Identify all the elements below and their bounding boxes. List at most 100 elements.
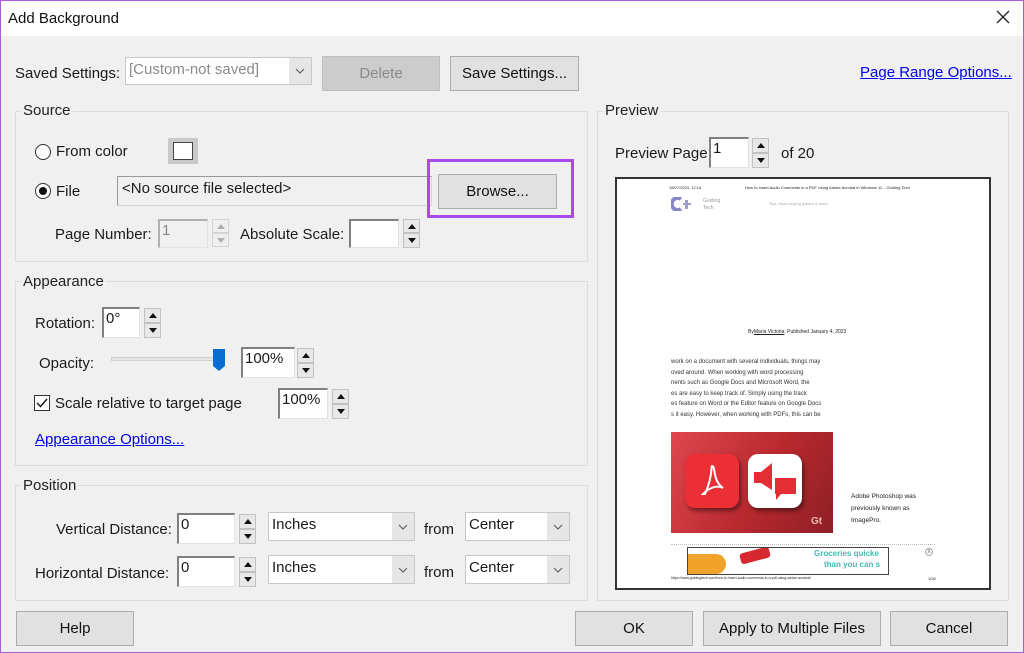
doc-fact-line: previously known as: [851, 505, 910, 512]
preview-page-label: Preview Page: [615, 145, 708, 162]
opacity-slider-track: [111, 357, 225, 361]
vertical-up-arrow-icon[interactable]: [239, 514, 256, 529]
scale-relative-checkbox[interactable]: [34, 395, 50, 411]
vertical-distance-label: Vertical Distance:: [56, 521, 172, 538]
doc-byline-suffix: , Published January 4, 2023: [784, 329, 847, 335]
source-file-field[interactable]: <No source file selected>: [117, 176, 432, 206]
vertical-distance-spinner[interactable]: [239, 514, 256, 544]
doc-divider: [671, 544, 935, 545]
horizontal-units-dropdown[interactable]: Inches: [268, 555, 415, 584]
vertical-units-value: Inches: [272, 516, 317, 533]
scale-field[interactable]: 100%: [278, 388, 328, 419]
doc-logo-text-1: Guiding: [703, 198, 721, 204]
audio-comment-app-icon: [748, 454, 802, 508]
ok-button[interactable]: OK: [575, 611, 693, 646]
vertical-down-arrow-icon[interactable]: [239, 529, 256, 544]
vertical-from-label: from: [424, 521, 454, 538]
save-settings-button[interactable]: Save Settings...: [450, 56, 579, 91]
horizontal-down-arrow-icon[interactable]: [239, 572, 256, 587]
add-background-dialog: Add Background Saved Settings: [Custom-n…: [0, 0, 1024, 653]
rotation-down-arrow-icon[interactable]: [144, 323, 161, 338]
from-color-radio[interactable]: [35, 144, 51, 160]
chevron-down-icon: [392, 513, 414, 540]
page-number-up-arrow-icon[interactable]: [212, 219, 229, 233]
opacity-slider[interactable]: [111, 345, 227, 373]
doc-header-title: How to Insert Audio Comments in a PDF Us…: [745, 185, 910, 190]
chevron-down-icon: [547, 556, 569, 583]
file-label: File: [56, 183, 81, 200]
absolute-scale-field[interactable]: [349, 219, 399, 248]
scale-relative-label: Scale relative to target page: [55, 395, 242, 412]
opacity-field[interactable]: 100%: [241, 347, 295, 378]
preview-total-pages: of 20: [781, 145, 815, 162]
vertical-from-value: Center: [469, 516, 515, 533]
file-radio[interactable]: [35, 183, 51, 199]
rotation-spinner[interactable]: [144, 308, 161, 338]
scale-spinner[interactable]: [332, 389, 349, 419]
page-number-down-arrow-icon[interactable]: [212, 233, 229, 247]
preview-page-field[interactable]: 1: [709, 137, 749, 168]
preview-page-spinner[interactable]: [752, 138, 769, 168]
close-icon[interactable]: [993, 7, 1013, 27]
vertical-units-dropdown[interactable]: Inches: [268, 512, 415, 541]
delete-button[interactable]: Delete: [322, 56, 440, 91]
dialog-title: Add Background: [8, 10, 119, 27]
horizontal-up-arrow-icon[interactable]: [239, 557, 256, 572]
apply-to-multiple-files-button[interactable]: Apply to Multiple Files: [703, 611, 881, 646]
opacity-up-arrow-icon[interactable]: [297, 348, 314, 363]
preview-up-arrow-icon[interactable]: [752, 138, 769, 153]
horizontal-units-value: Inches: [272, 559, 317, 576]
doc-article-image: Gt: [671, 432, 833, 533]
horizontal-distance-spinner[interactable]: [239, 557, 256, 587]
doc-fact-line: Adobe Photoshop was: [851, 493, 917, 500]
page-number-spinner[interactable]: [212, 219, 229, 247]
opacity-down-arrow-icon[interactable]: [297, 363, 314, 378]
opacity-slider-thumb[interactable]: [213, 349, 225, 371]
cancel-button[interactable]: Cancel: [890, 611, 1008, 646]
horizontal-from-value: Center: [469, 559, 515, 576]
doc-logo-text-2: Tech: [703, 205, 714, 211]
doc-header-date: 18/07/2023, 12:14: [669, 185, 702, 190]
browse-button[interactable]: Browse...: [438, 174, 557, 209]
doc-ad-banner: Groceries quicke than you can s: [687, 547, 889, 575]
color-swatch-button[interactable]: [168, 138, 198, 164]
absolute-scale-down-arrow-icon[interactable]: [403, 233, 420, 248]
page-number-field[interactable]: 1: [158, 219, 208, 248]
doc-body-line: oved around. When working with word proc…: [671, 369, 804, 376]
rotation-label: Rotation:: [35, 315, 96, 332]
doc-fact-line: ImagePro.: [851, 517, 881, 524]
vertical-from-dropdown[interactable]: Center: [465, 512, 570, 541]
doc-image-badge: Gt: [811, 516, 823, 527]
ad-line-2: than you can s: [824, 560, 881, 569]
doc-body-line: es feature on Word or the Editor feature…: [671, 401, 822, 408]
preview-down-arrow-icon[interactable]: [752, 153, 769, 168]
absolute-scale-up-arrow-icon[interactable]: [403, 219, 420, 233]
horizontal-from-dropdown[interactable]: Center: [465, 555, 570, 584]
vertical-distance-field[interactable]: 0: [177, 513, 235, 544]
absolute-scale-spinner[interactable]: [403, 219, 420, 248]
horizontal-distance-field[interactable]: 0: [177, 556, 235, 587]
appearance-options-link[interactable]: Appearance Options...: [35, 431, 184, 448]
rotation-field[interactable]: 0°: [102, 307, 140, 338]
doc-body-line: nents such as Google Docs and Microsoft …: [671, 380, 810, 387]
scale-up-arrow-icon[interactable]: [332, 389, 349, 404]
help-button[interactable]: Help: [16, 611, 134, 646]
chevron-down-icon: [547, 513, 569, 540]
chevron-down-icon: [392, 556, 414, 583]
scale-down-arrow-icon[interactable]: [332, 404, 349, 419]
rotation-up-arrow-icon[interactable]: [144, 308, 161, 323]
ad-line-1: Groceries quicke: [814, 549, 879, 558]
doc-tagline: Tips, tricks buying guides & more.: [769, 201, 829, 206]
checkmark-icon: [36, 398, 48, 408]
doc-byline-author: Maria Victoria: [753, 329, 785, 335]
doc-byline: ByMaria Victoria, Published January 4, 2…: [748, 329, 846, 335]
opacity-spinner[interactable]: [297, 348, 314, 378]
saved-settings-dropdown[interactable]: [Custom-not saved]: [125, 57, 312, 85]
horizontal-distance-label: Horizontal Distance:: [35, 565, 170, 582]
ad-can-image: [739, 548, 771, 565]
doc-footer-url: https://www.guidingtech.com/how-to-inser…: [671, 576, 811, 580]
page-range-options-link[interactable]: Page Range Options...: [860, 64, 1012, 81]
doc-body-line: es are easy to keep track of. Simply usi…: [671, 390, 807, 397]
chevron-down-icon: [289, 58, 311, 84]
color-swatch: [173, 142, 193, 160]
